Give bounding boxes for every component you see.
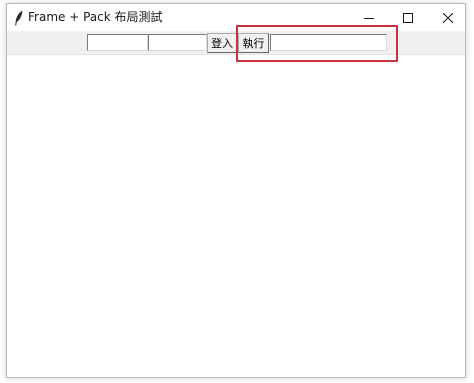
entry-field-3[interactable]	[270, 34, 387, 51]
maximize-button[interactable]	[387, 4, 429, 31]
main-content-area	[7, 55, 465, 377]
minimize-button[interactable]	[348, 4, 390, 31]
minimize-icon	[364, 17, 374, 19]
close-button[interactable]	[427, 4, 469, 31]
top-frame: 登入 執行	[7, 31, 465, 55]
entry-field-1[interactable]	[87, 34, 148, 51]
login-button[interactable]: 登入	[207, 33, 237, 53]
feather-icon	[15, 10, 23, 26]
maximize-icon	[403, 12, 413, 23]
close-icon	[443, 12, 453, 23]
entry-field-2[interactable]	[148, 34, 207, 51]
title-bar[interactable]: Frame + Pack 布局測試	[7, 4, 465, 31]
window-title: Frame + Pack 布局測試	[28, 10, 163, 24]
app-window: Frame + Pack 布局測試 登入 執行	[6, 3, 466, 378]
run-button[interactable]: 執行	[238, 33, 269, 53]
